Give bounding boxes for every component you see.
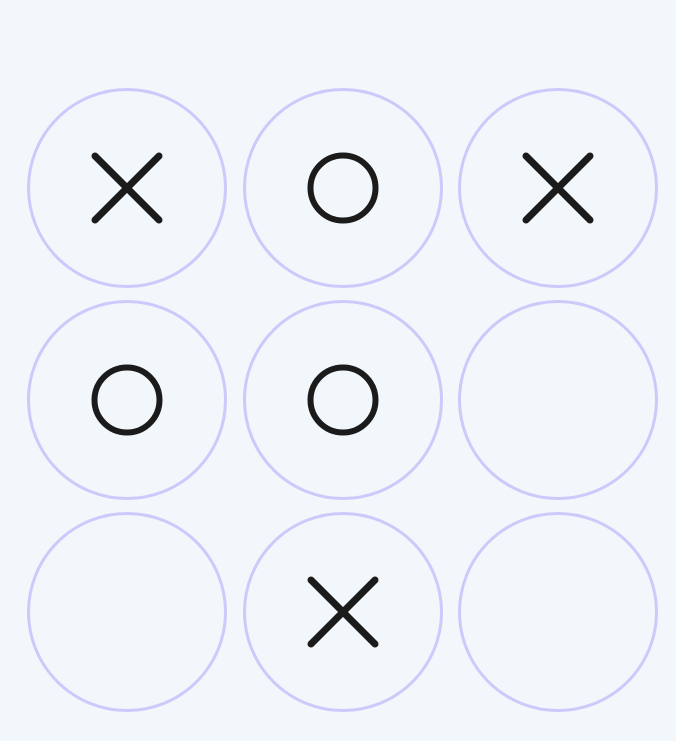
cell-3-1[interactable] (27, 512, 227, 712)
circle-icon (91, 364, 163, 436)
cell-1-3[interactable] (458, 88, 658, 288)
cross-icon (522, 152, 594, 224)
game-board (27, 88, 658, 712)
cell-1-2[interactable] (242, 88, 443, 288)
cell-3-3[interactable] (458, 512, 658, 712)
cell-2-2[interactable] (242, 300, 443, 500)
cell-3-2[interactable] (242, 512, 443, 712)
circle-icon (307, 364, 378, 436)
cell-2-3[interactable] (458, 300, 658, 500)
circle-icon (307, 152, 378, 224)
cell-1-1[interactable] (27, 88, 227, 288)
cross-icon (307, 576, 378, 648)
cell-2-1[interactable] (27, 300, 227, 500)
cross-icon (91, 152, 163, 224)
